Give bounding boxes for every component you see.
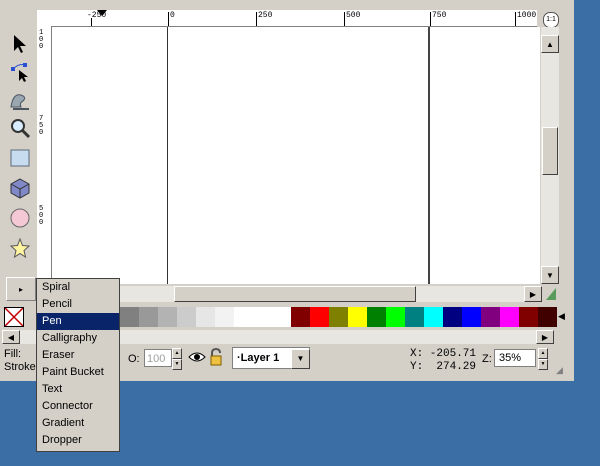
no-paint-swatch[interactable] [4, 307, 24, 327]
swatch-strip [120, 307, 557, 327]
fill-label: Fill: [4, 348, 22, 360]
toolbox-flyout-button[interactable]: ▸ [6, 277, 36, 301]
star-tool-icon[interactable] [8, 236, 32, 260]
color-swatch[interactable] [481, 307, 500, 327]
lock-icon[interactable] [209, 347, 223, 369]
menu-item-pen[interactable]: Pen [37, 313, 119, 330]
color-swatch[interactable] [538, 307, 557, 327]
horizontal-scroll-thumb[interactable] [174, 286, 416, 302]
3d-box-tool-icon[interactable] [8, 176, 32, 200]
color-swatch[interactable] [443, 307, 462, 327]
menu-item-pencil[interactable]: Pencil [37, 296, 119, 313]
ruler-position-marker [97, 10, 107, 16]
zoom-tool-icon[interactable] [8, 116, 32, 140]
scroll-down-button[interactable]: ▼ [541, 266, 559, 284]
color-swatch[interactable] [405, 307, 424, 327]
y-coordinate: Y: 274.29 [410, 361, 477, 373]
layer-dropdown-button[interactable]: ▼ [291, 349, 310, 369]
selector-arrow-icon[interactable] [8, 32, 32, 56]
opacity-input[interactable]: 100 [144, 349, 172, 367]
color-swatch[interactable] [215, 307, 234, 327]
color-swatch[interactable] [234, 307, 253, 327]
ruler-label: 750 [39, 115, 44, 137]
scroll-up-button[interactable]: ▲ [541, 35, 559, 53]
vertical-ruler: 100 750 500 [37, 26, 52, 284]
zoom-label: Z: [482, 353, 492, 365]
rectangle-tool-icon[interactable] [8, 146, 32, 170]
opacity-spinner[interactable]: ▲ ▼ [172, 348, 182, 370]
color-swatch[interactable] [310, 307, 329, 327]
ruler-tick [515, 12, 516, 26]
horizontal-scrollbar[interactable]: ▶ [52, 286, 542, 302]
color-swatch[interactable] [367, 307, 386, 327]
menu-item-connector[interactable]: Connector [37, 398, 119, 415]
color-swatch[interactable] [120, 307, 139, 327]
stroke-label: Stroke [4, 361, 36, 373]
color-swatch[interactable] [253, 307, 272, 327]
color-swatch[interactable] [500, 307, 519, 327]
ruler-tick [91, 18, 92, 26]
page-border-line [428, 27, 430, 284]
drawing-canvas[interactable] [52, 27, 540, 284]
ruler-tick [168, 12, 169, 26]
menu-item-gradient[interactable]: Gradient [37, 415, 119, 432]
zoom-spinner[interactable]: ▲ ▼ [538, 348, 548, 370]
color-swatch[interactable] [139, 307, 158, 327]
color-swatch[interactable] [462, 307, 481, 327]
ruler-tick [430, 12, 431, 26]
x-coordinate: X: -205.71 [410, 348, 477, 360]
color-swatch[interactable] [196, 307, 215, 327]
color-swatch[interactable] [519, 307, 538, 327]
ruler-label: 1000 [517, 11, 537, 20]
opacity-label: O: [128, 353, 140, 365]
scroll-right-button[interactable]: ▶ [524, 286, 542, 302]
ellipse-tool-icon[interactable] [8, 206, 32, 230]
menu-item-dropper[interactable]: Dropper [37, 432, 119, 449]
color-swatch[interactable] [348, 307, 367, 327]
tweak-tool-icon[interactable] [8, 88, 32, 112]
flyout-arrow-icon: ▸ [18, 284, 23, 294]
node-editor-icon[interactable] [8, 60, 32, 84]
color-swatch[interactable] [272, 307, 291, 327]
ruler-tick [344, 12, 345, 26]
ruler-label: 0 [170, 11, 175, 20]
menu-item-eraser[interactable]: Eraser [37, 347, 119, 364]
zoom-1-to-1-button[interactable]: 1:1 [543, 12, 559, 28]
menu-item-text[interactable]: Text [37, 381, 119, 398]
ruler-label: 500 [346, 11, 361, 20]
color-swatch[interactable] [329, 307, 348, 327]
toolbox [2, 2, 36, 272]
ruler-label: 500 [39, 205, 44, 227]
color-swatch[interactable] [158, 307, 177, 327]
menu-item-spiral[interactable]: Spiral [37, 279, 119, 296]
palette-scroll-left-button[interactable]: ◀ [2, 330, 20, 344]
color-swatch[interactable] [177, 307, 196, 327]
scroll-corner-icon [544, 286, 558, 302]
ruler-label: 100 [39, 29, 44, 51]
ruler-label: 750 [432, 11, 447, 20]
color-swatch[interactable] [386, 307, 405, 327]
page-border-line [167, 27, 168, 284]
menu-item-calligraphy[interactable]: Calligraphy [37, 330, 119, 347]
palette-scroll-right-button[interactable]: ▶ [536, 330, 554, 344]
tool-flyout-menu: Spiral Pencil Pen Calligraphy Eraser Pai… [36, 278, 120, 452]
zoom-input[interactable]: 35% [494, 349, 536, 367]
palette-scroll-icon[interactable]: ◀ [558, 311, 565, 322]
cursor-coordinates: X: -205.71 Y: 274.29 [410, 348, 476, 374]
resize-grip-icon[interactable]: ◢ [556, 365, 563, 376]
eye-visibility-icon[interactable] [188, 350, 206, 367]
color-swatch[interactable] [424, 307, 443, 327]
vertical-scroll-thumb[interactable] [542, 127, 558, 175]
vertical-scrollbar[interactable]: ▲ ▼ [541, 27, 559, 284]
ruler-label: 250 [258, 11, 273, 20]
horizontal-ruler: -250 0 250 500 750 1000 [37, 10, 537, 27]
color-swatch[interactable] [291, 307, 310, 327]
menu-item-paint-bucket[interactable]: Paint Bucket [37, 364, 119, 381]
ruler-tick [256, 12, 257, 26]
